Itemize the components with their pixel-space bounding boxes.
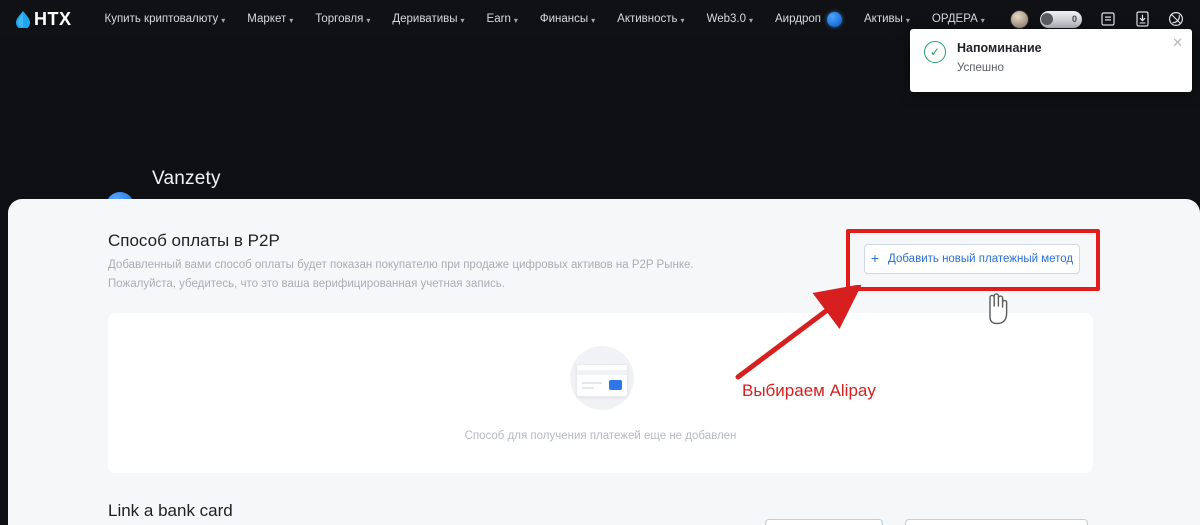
card-line-1: [581, 382, 602, 384]
card-glyph: [575, 364, 628, 397]
chevron-down-icon: ▾: [980, 15, 985, 25]
nav-item-trade[interactable]: Торговля ▾: [304, 0, 381, 38]
nav-item-activity[interactable]: Активность ▾: [606, 0, 695, 38]
toast-body: Напоминание Успешно: [957, 40, 1042, 92]
chevron-down-icon: ▾: [289, 15, 294, 25]
nav-item-earn[interactable]: Earn ▾: [476, 0, 529, 38]
section-title: Способ оплаты в P2P: [108, 231, 280, 250]
check-circle-icon: ✓: [924, 41, 946, 63]
chevron-down-icon: ▾: [749, 15, 754, 25]
card-chip: [608, 380, 622, 390]
chevron-down-icon: ▾: [513, 15, 518, 25]
toast-title: Напоминание: [957, 41, 1042, 55]
plus-icon: +: [870, 250, 880, 266]
chevron-down-icon: ▾: [905, 15, 910, 25]
bank-card-section-title: Link a bank card: [108, 501, 233, 520]
orders-icon[interactable]: [1097, 8, 1119, 30]
nav-label: Маркет: [247, 13, 287, 25]
empty-state-card: Способ для получения платежей еще не доб…: [108, 313, 1093, 473]
airdrop-badge-icon: [826, 11, 842, 27]
logo-text: HTX: [34, 8, 72, 29]
toast-subtitle: Успешно: [957, 62, 1004, 74]
add-payment-method-label: Добавить новый платежный метод: [888, 253, 1074, 265]
pill-knob-icon: [1041, 13, 1053, 25]
bottom-action-button-1[interactable]: [765, 519, 883, 525]
nav-label: Аирдроп: [775, 13, 821, 25]
htx-logo[interactable]: HTX: [10, 9, 72, 30]
nav-label: Earn: [486, 13, 511, 25]
water-drop-icon: [16, 11, 30, 28]
annotation-text: Выбираем Alipay: [742, 381, 876, 400]
nav-item-airdrop[interactable]: Аирдроп: [764, 0, 853, 38]
nav-item-derivatives[interactable]: Деривативы ▾: [381, 0, 475, 38]
chevron-down-icon: ▾: [221, 15, 226, 25]
download-app-icon[interactable]: [1131, 8, 1153, 30]
chevron-down-icon: ▾: [366, 15, 371, 25]
profile-section: V Vanzety Все сделки: 0 Раз(Ордеры на по…: [0, 80, 1200, 243]
chevron-down-icon: ▾: [680, 15, 685, 25]
nav-label: Купить криптовалюту: [104, 13, 219, 25]
card-band: [576, 370, 627, 375]
nav-label: Активность: [617, 13, 678, 25]
nav-item-finance[interactable]: Финансы ▾: [529, 0, 606, 38]
nav-label: Активы: [863, 13, 903, 25]
page-title: Vanzety: [152, 168, 221, 189]
nav-item-market[interactable]: Маркет ▾: [236, 0, 304, 38]
reward-count: 0: [1071, 14, 1077, 24]
theme-toggle-icon[interactable]: [1165, 8, 1187, 30]
avatar[interactable]: [1010, 9, 1029, 29]
chevron-down-icon: ▾: [591, 15, 596, 25]
reward-pill[interactable]: 0: [1038, 10, 1090, 28]
nav-label: ОРДЕРА: [931, 13, 978, 25]
chevron-down-icon: ▾: [460, 15, 465, 25]
nav-item-buy-crypto[interactable]: Купить криптовалюту ▾: [94, 0, 237, 38]
nav-item-web3[interactable]: Web3.0 ▾: [696, 0, 764, 38]
bottom-action-button-2[interactable]: [905, 519, 1088, 525]
close-icon[interactable]: ✕: [1172, 36, 1183, 49]
add-payment-method-button[interactable]: + Добавить новый платежный метод: [864, 244, 1080, 274]
nav-label: Деривативы: [392, 13, 458, 25]
notification-toast: ✓ Напоминание Успешно ✕: [910, 29, 1192, 92]
check-glyph: ✓: [929, 45, 941, 59]
nav-label: Web3.0: [706, 13, 746, 25]
payment-method-panel: Способ оплаты в P2P Добавленный вами спо…: [8, 199, 1200, 525]
section-description: Добавленный вами способ оплаты будет пок…: [108, 259, 694, 290]
card-line-2: [581, 387, 594, 389]
page-root: HTX Купить криптовалюту ▾ Маркет ▾ Торго…: [0, 0, 1200, 525]
nav-label: Финансы: [539, 13, 589, 25]
nav-label: Торговля: [315, 13, 364, 25]
credit-card-icon: [564, 344, 638, 418]
empty-state-text: Способ для получения платежей еще не доб…: [464, 430, 737, 442]
